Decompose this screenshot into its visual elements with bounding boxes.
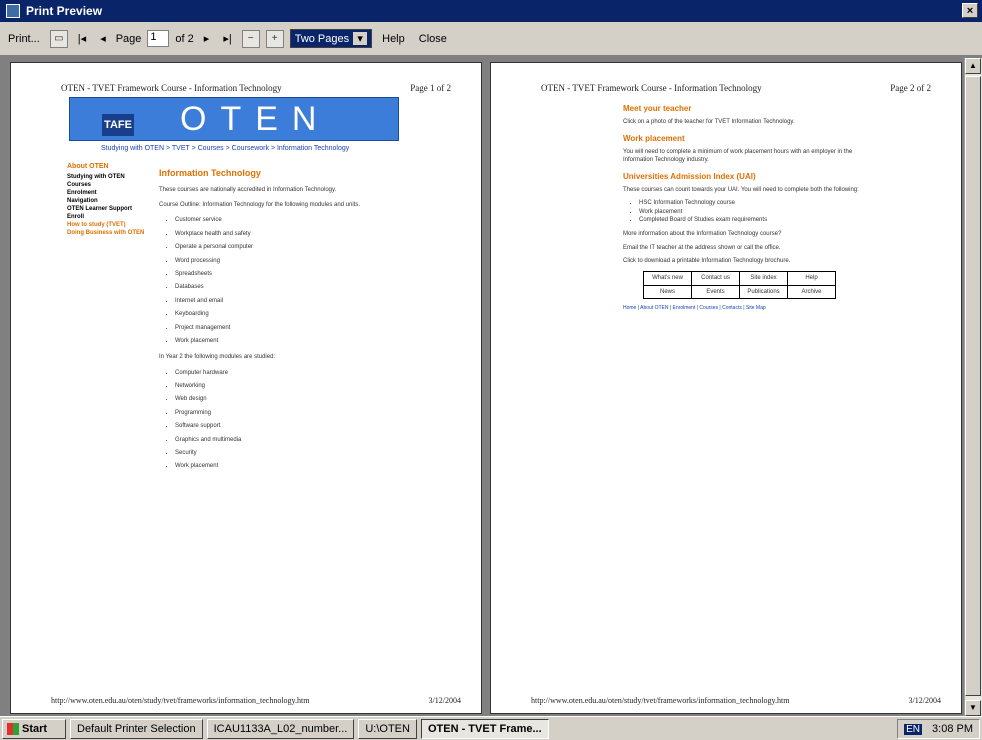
task-browser[interactable]: OTEN - TVET Frame... [420, 718, 549, 739]
list-item: Databases [175, 283, 389, 291]
next-page-button[interactable]: ▸ [200, 30, 214, 47]
window-title: Print Preview [26, 4, 103, 18]
list-item: Completed Board of Studies exam requirem… [639, 216, 863, 224]
clock: 3:08 PM [932, 723, 973, 735]
table-cell[interactable]: Archive [787, 284, 836, 300]
close-button[interactable]: Close [415, 31, 451, 47]
taskbar: Start Default Printer Selection ICAU1133… [0, 716, 982, 740]
sidebar: About OTEN Studying with OTEN Courses Enr… [67, 163, 153, 238]
table-cell[interactable]: Publications [739, 284, 788, 300]
zoom-in-icon[interactable]: + [265, 29, 284, 48]
breadcrumb: Studying with OTEN > TVET > Courses > Co… [101, 145, 350, 152]
scroll-down-icon[interactable]: ▼ [965, 700, 981, 716]
page-count: of 2 [175, 32, 194, 45]
list-item: Work placement [175, 337, 389, 345]
table-cell[interactable]: What's new [643, 271, 692, 286]
oten-logo: OTEN [180, 100, 331, 138]
sidebar-link[interactable]: Courses [67, 182, 153, 188]
list-item: Security [175, 449, 389, 457]
language-indicator[interactable]: EN [904, 723, 923, 735]
sidebar-link[interactable]: Enroll [67, 214, 153, 220]
list-item: Project management [175, 324, 389, 332]
list-item: Computer hardware [175, 369, 389, 377]
sidebar-link[interactable]: Doing Business with OTEN [67, 230, 153, 236]
close-window-button[interactable]: × [962, 3, 978, 18]
sidebar-link[interactable]: Enrolment [67, 190, 153, 196]
module-list-1: Customer service Workplace health and saf… [175, 216, 389, 345]
chevron-down-icon: ▾ [353, 32, 368, 45]
page-footer: http://www.oten.edu.au/oten/study/tvet/f… [531, 696, 941, 705]
list-item: Spreadsheets [175, 270, 389, 278]
preview-page-2: OTEN - TVET Framework Course - Informati… [490, 62, 962, 714]
list-item: Operate a personal computer [175, 243, 389, 251]
start-button[interactable]: Start [2, 718, 66, 739]
list-item: Word processing [175, 257, 389, 265]
list-item: Web design [175, 395, 389, 403]
list-item: Networking [175, 382, 389, 390]
toolbar: Print... ▭ |◂ ◂ Page 1 of 2 ▸ ▸| − + Two… [0, 22, 982, 56]
module-list-2: Computer hardware Networking Web design Pro… [175, 369, 389, 471]
page-number-input[interactable]: 1 [147, 30, 170, 47]
task-printer[interactable]: Default Printer Selection [70, 718, 203, 739]
task-word-doc[interactable]: ICAU1133A_L02_number... [206, 718, 355, 739]
print-button[interactable]: Print... [4, 31, 44, 47]
sidebar-link[interactable]: How to study (TVET) [67, 222, 153, 228]
preview-page-1: OTEN - TVET Framework Course - Informati… [10, 62, 482, 714]
page-label: Page [115, 32, 142, 45]
vertical-scrollbar[interactable]: ▲ ▼ [964, 58, 982, 716]
scroll-thumb[interactable] [965, 76, 981, 696]
list-item: Customer service [175, 216, 389, 224]
page-setup-icon[interactable]: ▭ [49, 29, 68, 48]
table-cell[interactable]: News [643, 284, 692, 300]
first-page-button[interactable]: |◂ [74, 30, 90, 47]
last-page-button[interactable]: ▸| [219, 30, 235, 47]
list-item: Work placement [639, 208, 863, 216]
tafe-logo: TAFE [102, 114, 134, 136]
list-item: Workplace health and safety [175, 230, 389, 238]
windows-flag-icon [7, 722, 19, 735]
page-header: OTEN - TVET Framework Course - Informati… [541, 83, 931, 93]
system-tray: EN 3:08 PM [897, 719, 980, 739]
list-item: Programming [175, 409, 389, 417]
list-item: Work placement [175, 462, 389, 470]
print-preview-icon [6, 4, 20, 18]
list-item: HSC Information Technology course [639, 199, 863, 207]
list-item: Graphics and multimedia [175, 436, 389, 444]
table-cell[interactable]: Help [787, 271, 836, 286]
table-cell[interactable]: Contact us [691, 271, 740, 286]
list-item: Keyboarding [175, 310, 389, 318]
page-2-content: Meet your teacher Click on a photo of th… [623, 97, 863, 312]
uai-list: HSC Information Technology courseWork pl… [639, 199, 863, 224]
zoom-out-icon[interactable]: − [241, 29, 260, 48]
table-cell[interactable]: Events [691, 284, 740, 300]
site-banner: TAFE OTEN [69, 97, 399, 141]
content-heading: Information Technology [159, 168, 261, 178]
list-item: Internet and email [175, 297, 389, 305]
table-row: News Events Publications Archive [643, 284, 836, 300]
table-row: What's new Contact us Site index Help [643, 271, 836, 286]
footer-links: Home | About OTEN | Enrolment | Courses … [623, 305, 766, 312]
table-cell[interactable]: Site index [739, 271, 788, 286]
prev-page-button[interactable]: ◂ [96, 30, 110, 47]
page-footer: http://www.oten.edu.au/oten/study/tvet/f… [51, 696, 461, 705]
nav-table: What's new Contact us Site index Help News Ev… [643, 271, 836, 300]
scroll-up-icon[interactable]: ▲ [965, 58, 981, 74]
main-content: Information Technology These courses are… [159, 163, 389, 479]
list-item: Software support [175, 422, 389, 430]
sidebar-link[interactable]: OTEN Learner Support [67, 206, 153, 212]
page-header: OTEN - TVET Framework Course - Informati… [61, 83, 451, 93]
title-bar: Print Preview × [0, 0, 982, 22]
view-select[interactable]: Two Pages ▾ [289, 29, 373, 48]
sidebar-link[interactable]: Navigation [67, 198, 153, 204]
task-folder[interactable]: U:\OTEN [358, 718, 417, 739]
help-button[interactable]: Help [378, 31, 409, 47]
